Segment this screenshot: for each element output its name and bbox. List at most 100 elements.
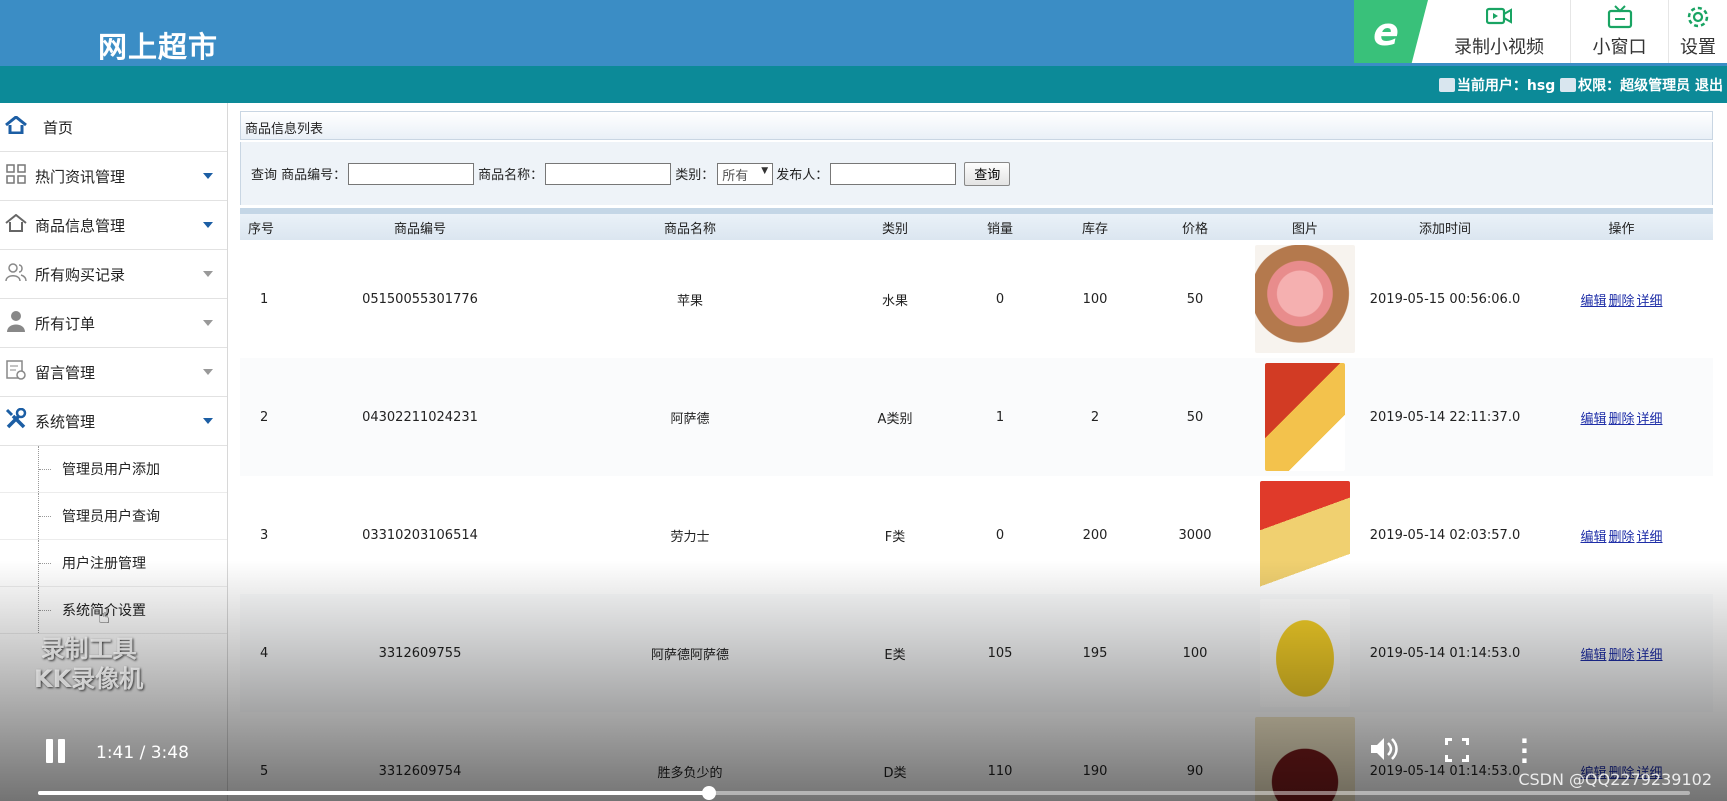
sidebar-item-news[interactable]: 热门资讯管理	[0, 152, 227, 201]
hand-cursor-icon: ☝	[98, 604, 111, 628]
table-row: 4 3312609755 阿萨德阿萨德 E类 105 195 100 2019-05-14 0…	[240, 594, 1713, 712]
tree-connector	[38, 446, 51, 492]
edit-link[interactable]: 编辑	[1580, 648, 1606, 663]
product-code: 05150055301776	[300, 240, 540, 358]
column-header: 操作	[1530, 214, 1713, 240]
table-header-row: 序号 商品编号 商品名称 类别 销量 库存 价格 图片 添加时间 操作	[240, 214, 1713, 240]
product-name: 劳力士	[540, 476, 840, 594]
edit-link[interactable]: 编辑	[1580, 530, 1606, 545]
app-header: 网上超市 e 录制小视频 小窗口 设置	[0, 0, 1727, 66]
current-user: 当前用户：hsg	[1456, 78, 1556, 94]
detail-link[interactable]: 详细	[1637, 648, 1663, 663]
delete-link[interactable]: 删除	[1608, 648, 1634, 663]
sidebar-subitem-system-intro[interactable]: 系统简介设置	[0, 587, 227, 634]
product-added-time: 2019-05-14 22:11:37.0	[1360, 358, 1530, 476]
category-select[interactable]: 所有	[717, 162, 774, 185]
sidebar-item-purchases[interactable]: 所有购买记录	[0, 250, 227, 299]
product-code-label: 商品编号：	[281, 168, 347, 183]
product-category: A类别	[840, 358, 950, 476]
product-image[interactable]	[1260, 599, 1350, 707]
chevron-down-icon	[203, 369, 213, 375]
product-code: 3312609755	[300, 594, 540, 712]
product-name: 阿萨德	[540, 358, 840, 476]
tv-icon	[1607, 4, 1633, 33]
record-video-button[interactable]: 录制小视频	[1428, 0, 1570, 63]
product-added-time: 2019-05-14 02:03:57.0	[1360, 476, 1530, 594]
product-image[interactable]	[1255, 245, 1355, 353]
gear-icon	[1686, 5, 1710, 33]
table-row: 3 03310203106514 劳力士 F类 0 200 3000 2019-05-14 0…	[240, 476, 1713, 594]
tree-connector	[38, 587, 51, 633]
product-stock: 195	[1050, 594, 1140, 712]
column-header: 商品名称	[540, 214, 840, 240]
sidebar-item-label: 所有购买记录	[35, 265, 126, 284]
chevron-down-icon	[203, 173, 213, 179]
settings-label: 设置	[1680, 36, 1716, 58]
main-panel: 商品信息列表 查询 商品编号： 商品名称： 类别： 所有 发布人： 查询 序号 …	[240, 111, 1713, 801]
delete-link[interactable]: 删除	[1608, 294, 1634, 309]
product-name-label: 商品名称：	[478, 168, 544, 183]
sidebar-subitem-admin-add[interactable]: 管理员用户添加	[0, 446, 227, 493]
delete-link[interactable]: 删除	[1608, 530, 1634, 545]
product-image-cell	[1250, 358, 1360, 476]
sidebar-item-system[interactable]: 系统管理	[0, 397, 227, 446]
query-label: 查询	[251, 168, 278, 183]
watermark-line: 录制工具	[40, 635, 137, 663]
product-code: 04302211024231	[300, 358, 540, 476]
sidebar-subitem-label: 用户注册管理	[62, 556, 146, 572]
sidebar-subitem-user-register[interactable]: 用户注册管理	[0, 540, 227, 587]
video-progress-handle[interactable]	[701, 786, 716, 800]
browser-logo-icon[interactable]: e	[1354, 0, 1428, 63]
edit-link[interactable]: 编辑	[1580, 412, 1606, 427]
row-index: 1	[240, 240, 300, 358]
product-image-cell	[1250, 476, 1360, 594]
user-bar: 当前用户：hsg 权限：超级管理员 退出	[0, 66, 1727, 103]
sidebar-subitem-label: 管理员用户查询	[62, 509, 160, 525]
tools-icon	[3, 407, 29, 435]
browser-toolbar: e 录制小视频 小窗口 设置	[1354, 0, 1727, 63]
mini-window-button[interactable]: 小窗口	[1570, 0, 1668, 63]
product-code-input[interactable]	[348, 162, 475, 185]
fullscreen-icon[interactable]	[1445, 738, 1469, 762]
row-actions: 编辑 删除 详细	[1530, 594, 1713, 712]
detail-link[interactable]: 详细	[1637, 412, 1663, 427]
publisher-input[interactable]	[830, 162, 957, 185]
row-index: 3	[240, 476, 300, 594]
product-code: 03310203106514	[300, 476, 540, 594]
product-image[interactable]	[1260, 481, 1350, 589]
more-options-icon[interactable]: · · ·	[1520, 729, 1529, 773]
sidebar-item-messages[interactable]: 留言管理	[0, 348, 227, 397]
users-icon	[3, 262, 29, 287]
sidebar-item-orders[interactable]: 所有订单	[0, 299, 227, 348]
column-header: 商品编号	[300, 214, 540, 240]
home-outline-icon	[3, 213, 29, 237]
sidebar-item-products[interactable]: 商品信息管理	[0, 201, 227, 250]
product-name-input[interactable]	[545, 162, 672, 185]
pause-icon[interactable]	[44, 739, 68, 763]
sidebar-subitem-admin-query[interactable]: 管理员用户查询	[0, 493, 227, 540]
product-sales: 105	[950, 594, 1050, 712]
product-sales: 0	[950, 240, 1050, 358]
chevron-down-icon	[203, 271, 213, 277]
product-image[interactable]	[1265, 363, 1345, 471]
edit-link[interactable]: 编辑	[1580, 294, 1606, 309]
logout-link[interactable]: 退出	[1695, 78, 1723, 94]
product-price: 100	[1140, 594, 1250, 712]
search-button[interactable]: 查询	[964, 161, 1011, 186]
video-progress-bar[interactable]	[38, 786, 1690, 800]
sidebar-item-home[interactable]: 首页	[0, 103, 227, 152]
chevron-down-icon	[203, 222, 213, 228]
sidebar: 首页 热门资讯管理 商品信息管理 所有购买记录 所有订单 留言管理 系统管理 管…	[0, 103, 228, 801]
sidebar-subitem-label: 管理员用户添加	[62, 462, 160, 478]
delete-link[interactable]: 删除	[1608, 412, 1634, 427]
app-title: 网上超市	[98, 30, 219, 64]
row-actions: 编辑 删除 详细	[1530, 476, 1713, 594]
detail-link[interactable]: 详细	[1637, 294, 1663, 309]
product-table: 序号 商品编号 商品名称 类别 销量 库存 价格 图片 添加时间 操作 1 051…	[240, 214, 1713, 801]
row-index: 2	[240, 358, 300, 476]
detail-link[interactable]: 详细	[1637, 530, 1663, 545]
volume-icon[interactable]	[1369, 735, 1399, 770]
settings-button[interactable]: 设置	[1668, 0, 1727, 63]
column-header: 序号	[240, 214, 300, 240]
watermark-line: KK录像机	[34, 665, 144, 693]
